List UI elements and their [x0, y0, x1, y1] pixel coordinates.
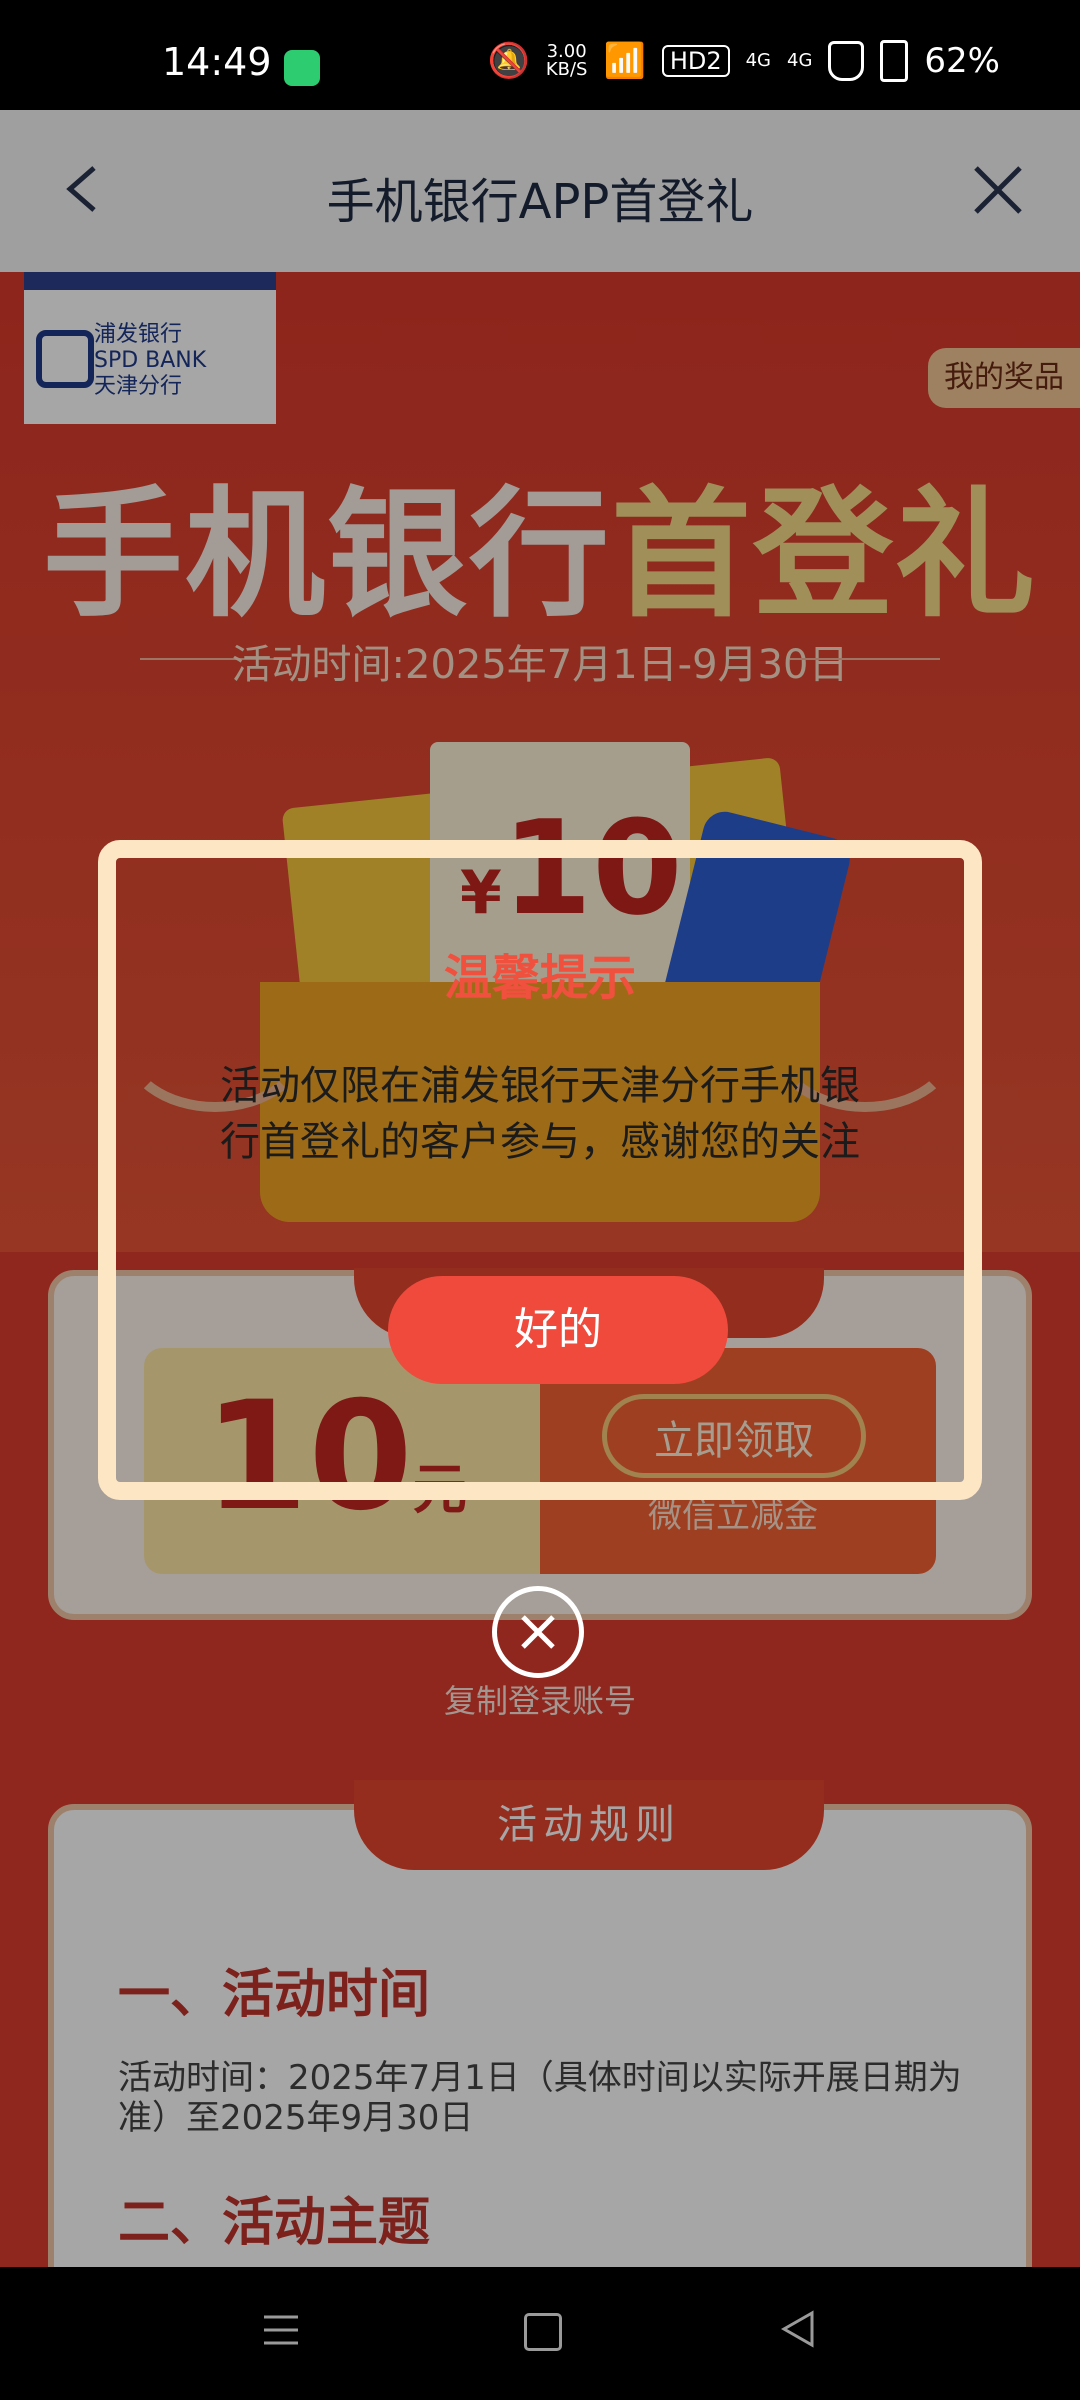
battery-percent: 62% [924, 41, 1000, 81]
mute-icon: 🔕 [487, 41, 530, 81]
notice-dialog: 温馨提示 活动仅限在浦发银行天津分行手机银行首登礼的客户参与，感谢您的关注 好的 [98, 840, 982, 1500]
wifi-icon: 📶 [603, 41, 646, 81]
recent-apps-icon[interactable] [262, 2311, 300, 2349]
close-x-icon [521, 1615, 555, 1649]
status-bar: 14:49 🔕 3.00 KB/S 📶 HD2 4G 4G 62% [0, 0, 1080, 110]
ok-button[interactable]: 好的 [388, 1276, 728, 1384]
status-time: 14:49 [162, 40, 272, 84]
signal-icon-1: 4G [745, 50, 772, 71]
system-nav-bar [0, 2267, 1080, 2400]
home-icon[interactable] [524, 2313, 562, 2351]
shield-icon [828, 41, 865, 81]
hd-icon: HD2 [661, 45, 730, 77]
close-circle-icon[interactable] [492, 1586, 584, 1678]
status-icons: 🔕 3.00 KB/S 📶 HD2 4G 4G 62% [487, 40, 1000, 82]
call-icon [284, 50, 320, 86]
battery-icon [880, 40, 909, 82]
nav-back-icon[interactable] [778, 2309, 818, 2349]
dialog-title: 温馨提示 [443, 950, 636, 1006]
net-speed: 3.00 KB/S [545, 41, 588, 80]
signal-icon-2: 4G [787, 50, 813, 71]
dialog-message: 活动仅限在浦发银行天津分行手机银行首登礼的客户参与，感谢您的关注 [220, 1063, 860, 1165]
